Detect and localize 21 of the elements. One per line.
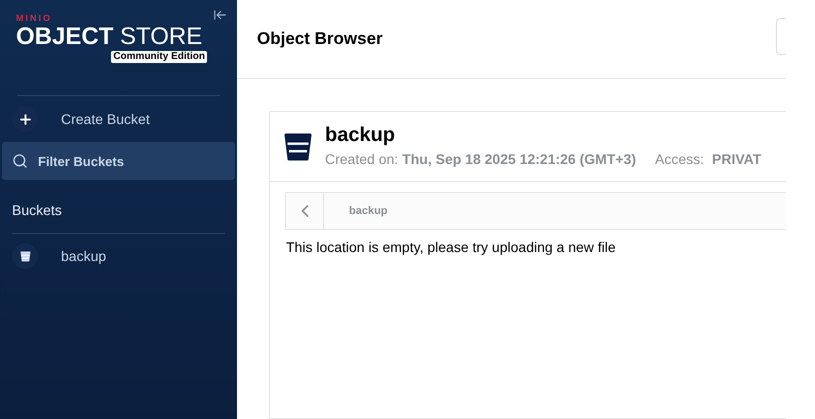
access-value: PRIVAT [712, 150, 762, 169]
bucket-icon [283, 132, 313, 162]
access-label: Access: [655, 150, 704, 169]
search-icon [12, 153, 28, 169]
plus-icon [18, 112, 32, 126]
header-button[interactable] [776, 18, 786, 55]
collapse-sidebar-button[interactable] [213, 8, 227, 22]
brand-logo: MINIO [16, 14, 53, 23]
collapse-icon [213, 8, 227, 22]
bucket-item[interactable]: backup [0, 234, 237, 278]
bucket-name: backup [325, 123, 396, 147]
product-name: OBJECT STORE [16, 23, 204, 51]
edition-badge: Community Edition [111, 51, 207, 63]
filter-buckets-field[interactable]: Filter Buckets [2, 142, 235, 180]
created-value: Thu, Sep 18 2025 12:21:26 (GMT+3) [402, 150, 636, 169]
empty-message: This location is empty, please try uploading a new file [286, 238, 617, 257]
page-title: Object Browser [257, 28, 383, 50]
bucket-icon [20, 250, 30, 262]
create-bucket-button[interactable]: Create Bucket [0, 97, 237, 141]
created-label: Created on: [325, 150, 398, 169]
section-title: Buckets [12, 201, 63, 220]
